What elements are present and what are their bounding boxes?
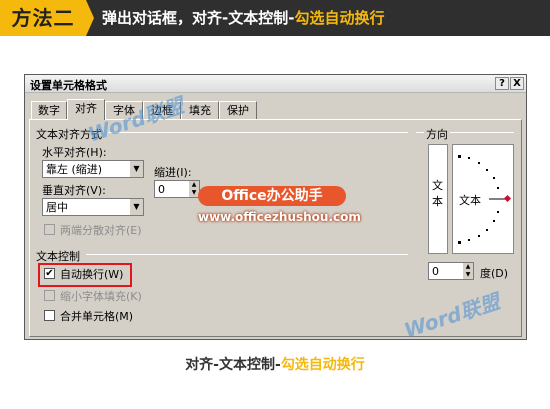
vertical-select[interactable]: 居中 ▼ — [42, 198, 144, 216]
indent-value: 0 — [158, 183, 165, 196]
chevron-down-icon[interactable]: ▼ — [129, 161, 143, 177]
chevron-down-icon[interactable]: ▼ — [129, 199, 143, 215]
brand-watermark: Office办公助手 — [198, 186, 346, 206]
dialog-titlebar: 设置单元格格式 ? X — [25, 75, 526, 93]
shrink-to-fit-label: 缩小字体填充(K) — [60, 290, 142, 303]
horizontal-select[interactable]: 靠左 (缩进) ▼ — [42, 160, 144, 178]
stepper-arrows-icon[interactable]: ▲ ▼ — [463, 263, 473, 279]
indent-stepper[interactable]: 0 ▲ ▼ — [154, 180, 200, 198]
tab-protection[interactable]: 保护 — [219, 101, 257, 119]
checkbox-box — [44, 224, 55, 235]
vertical-label: 垂直对齐(V): — [42, 184, 106, 197]
tab-number[interactable]: 数字 — [31, 101, 67, 119]
merge-cells-label: 合并单元格(M) — [60, 310, 134, 323]
banner-title-prefix: 弹出对话框，对齐-文本控制- — [102, 9, 295, 27]
help-button[interactable]: ? — [495, 77, 509, 90]
section-divider — [108, 132, 408, 133]
degree-stepper[interactable]: 0 ▲ ▼ — [428, 262, 474, 280]
section-divider — [86, 254, 408, 255]
badge-arrow — [86, 0, 94, 36]
distributed-label: 两端分散对齐(E) — [60, 224, 142, 237]
orientation-dial[interactable]: 文本 — [452, 144, 514, 254]
highlight-box — [38, 263, 132, 287]
vertical-text-button[interactable]: 文 本 — [428, 144, 448, 254]
caption: 对齐-文本控制-勾选自动换行 — [0, 354, 550, 374]
indent-label: 缩进(I): — [154, 166, 192, 179]
vertical-text-char: 本 — [432, 195, 443, 208]
degree-label: 度(D) — [480, 267, 509, 280]
caption-highlight: 勾选自动换行 — [280, 357, 365, 373]
header-banner: 方法二 弹出对话框，对齐-文本控制-勾选自动换行 — [0, 0, 550, 36]
vertical-value: 居中 — [46, 201, 68, 214]
close-button[interactable]: X — [510, 77, 524, 90]
orientation-heading: 方向 — [424, 126, 450, 142]
method-badge-label: 方法二 — [11, 6, 75, 30]
tab-alignment[interactable]: 对齐 — [67, 99, 105, 120]
vertical-text-char: 文 — [432, 179, 443, 192]
checkbox-box — [44, 290, 55, 301]
caption-prefix: 对齐-文本控制- — [185, 357, 281, 373]
dialog-title: 设置单元格格式 — [30, 79, 107, 92]
brand-watermark-text: Office办公助手 — [221, 188, 323, 204]
checkbox-box — [44, 310, 55, 321]
method-badge: 方法二 — [0, 0, 86, 36]
horizontal-value: 靠左 (缩进) — [46, 163, 103, 176]
banner-title: 弹出对话框，对齐-文本控制-勾选自动换行 — [102, 0, 384, 36]
url-watermark: www.officezhushou.com — [198, 210, 361, 224]
dial-text: 文本 — [459, 194, 481, 207]
horizontal-label: 水平对齐(H): — [42, 146, 107, 159]
text-control-heading: 文本控制 — [36, 250, 80, 263]
degree-value: 0 — [432, 265, 439, 278]
banner-title-highlight: 勾选自动换行 — [294, 9, 385, 27]
